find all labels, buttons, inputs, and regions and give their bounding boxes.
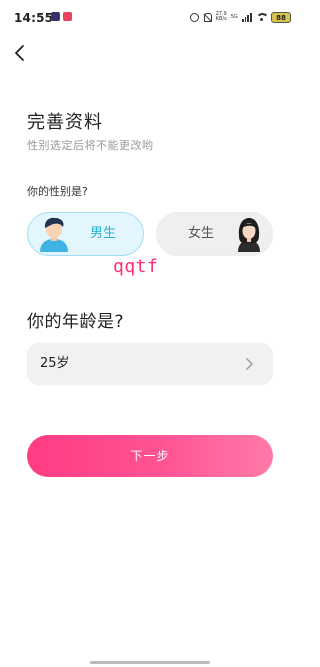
status-icons: 27.9 KB/s 5G 88 bbox=[189, 10, 291, 24]
status-time: 14:55 bbox=[14, 11, 54, 25]
next-button[interactable]: 下一步 bbox=[27, 435, 273, 477]
back-button[interactable] bbox=[10, 42, 32, 64]
gender-label-female: 女生 bbox=[188, 226, 215, 241]
notification-app-icon bbox=[51, 12, 60, 21]
male-avatar-icon bbox=[40, 217, 68, 252]
notification-app-icon bbox=[63, 12, 72, 21]
overlay-text: qqtf bbox=[113, 256, 159, 277]
chevron-left-icon bbox=[15, 45, 24, 61]
age-question: 你的年龄是? bbox=[27, 312, 125, 332]
network-type: 5G bbox=[230, 14, 238, 20]
gender-question: 你的性别是? bbox=[27, 185, 88, 198]
age-selector[interactable]: 25岁 bbox=[27, 343, 273, 385]
chevron-right-icon bbox=[246, 358, 253, 370]
page-subtitle: 性别选定后将不能更改哟 bbox=[27, 139, 154, 152]
gender-option-male[interactable]: 男生 bbox=[27, 212, 144, 256]
status-bar: 14:55 27.9 KB/s 5G 88 bbox=[0, 0, 300, 34]
female-avatar-icon bbox=[238, 218, 260, 252]
mute-icon bbox=[203, 12, 212, 22]
battery-icon: 88 bbox=[271, 11, 291, 23]
alarm-icon bbox=[189, 12, 199, 22]
age-value: 25岁 bbox=[40, 356, 70, 371]
gender-option-female[interactable]: 女生 bbox=[156, 212, 273, 256]
home-indicator[interactable] bbox=[90, 661, 210, 664]
gender-label-male: 男生 bbox=[90, 226, 117, 241]
net-speed: 27.9 KB/s bbox=[216, 12, 227, 22]
page-title: 完善资料 bbox=[27, 112, 103, 133]
signal-icon bbox=[241, 12, 252, 22]
wifi-icon bbox=[256, 12, 267, 22]
net-speed-unit: KB/s bbox=[215, 16, 227, 22]
